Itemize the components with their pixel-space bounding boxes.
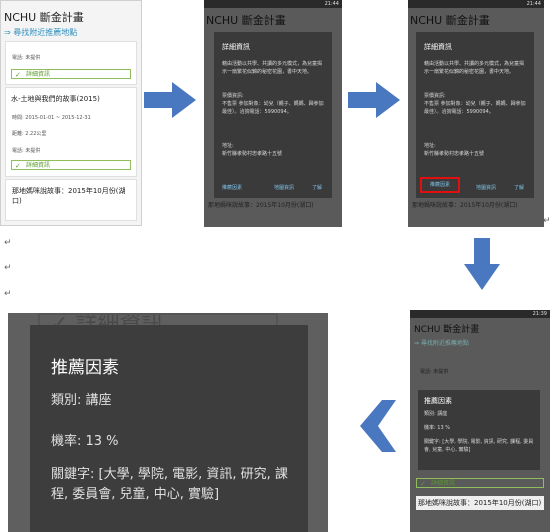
reason-probability: 機率: 13 % [51, 434, 119, 449]
list-screenshot: NCHU 斷金計畫 ⇒ 尋找附近推薦地點 電話: 未提供 ✓ 詳細資訊 水-土地… [0, 0, 142, 226]
status-bar: 21:44 [204, 0, 342, 8]
dialog-title: 詳細資訊 [222, 43, 250, 51]
bottom-card-text: 那地媽咪說故事：2015年10月份(湖口) [416, 496, 544, 510]
arrow-right-icon [144, 82, 196, 118]
reason-dialog: 推薦因素 類別: 講座 機率: 13 % 關鍵字: [大學, 學院, 電影, 資… [418, 390, 540, 470]
app-title: NCHU 斷金計畫 [410, 14, 490, 27]
detail-label: 詳細資訊 [26, 71, 51, 78]
reason-dialog-zoomed: 推薦因素 類別: 講座 機率: 13 % 關鍵字: [大學, 學院, 電影, 資… [30, 325, 308, 532]
list-item[interactable]: 水-土地與我們的故事(2015) 時間: 2015-01-01 ~ 2015-1… [5, 87, 137, 177]
ok-button[interactable]: 了解 [312, 184, 322, 191]
reason-button-highlighted[interactable]: 推薦因素 [420, 177, 460, 193]
check-icon: ✓ [15, 71, 21, 79]
dialog-ticket: 票價資訊: 不售票 參加對象：幼兒（親子、媽媽、歸參加最佳）。洽詢電話：5990… [424, 93, 526, 115]
address-label: 地址: [222, 143, 234, 149]
chevron-left-icon [360, 400, 396, 452]
detail-button[interactable]: ✓ 詳細資訊 [11, 69, 131, 79]
phone-text: 電話: 未提供 [12, 55, 41, 61]
detail-label: 詳細資訊 [431, 480, 456, 487]
dialog-title: 詳細資訊 [424, 43, 452, 51]
reason-title: 推薦因素 [51, 358, 119, 378]
list-item[interactable]: 那地媽咪說故事：2015年10月份(湖口) [5, 179, 137, 221]
dialog-address: 新竹縣孝勢村忠孝路十五號 [424, 151, 485, 157]
status-bar: 21:39 [410, 310, 550, 318]
dialog-address: 新竹縣孝勢村忠孝路十五號 [222, 151, 283, 157]
reason-probability: 機率: 13 % [424, 425, 450, 431]
item-distance: 距離: 2.22公里 [12, 131, 47, 137]
detail-label: 詳細資訊 [26, 162, 51, 169]
detail-screenshot: 21:44 NCHU 斷金計畫 詳細資訊 藉由活動以共學、共讀的多元模式，為兒童… [204, 0, 342, 227]
bottom-card-text: 那地媽咪說故事：2015年10月份(湖口) [208, 202, 314, 209]
reason-title: 推薦因素 [424, 397, 452, 405]
item-time: 時間: 2015-01-01 ~ 2015-12-31 [12, 115, 91, 121]
return-mark-icon: ↵ [4, 238, 12, 248]
nearby-link[interactable]: ⇒ 尋找附近推薦地點 [4, 27, 77, 38]
reason-category: 類別: 講座 [51, 393, 112, 408]
status-bar: 21:44 [408, 0, 544, 8]
detail-dialog: 詳細資訊 藉由活動以共學、共讀的多元模式，為兒童揭示一扇繁花似錦的秘密花園，書中… [416, 32, 534, 198]
check-icon: ✓ [15, 162, 21, 170]
detail-highlight-screenshot: 21:44 NCHU 斷金計畫 詳細資訊 藉由活動以共學、共讀的多元模式，為兒童… [408, 0, 544, 227]
check-icon: ✓ [420, 480, 426, 488]
item-phone: 電話: 未提供 [12, 148, 41, 154]
detail-dialog: 詳細資訊 藉由活動以共學、共讀的多元模式，為兒童揭示一扇繁花似錦的秘密花園，書中… [214, 32, 332, 198]
reason-screenshot: 21:39 NCHU 斷金計畫 ⇒ 尋找附近推薦地點 電話: 未提供 推薦因素 … [410, 310, 550, 532]
return-mark-icon: ↵ [4, 263, 12, 273]
detail-button[interactable]: ✓ 詳細資訊 [416, 478, 544, 488]
reason-keywords: 關鍵字: [大學, 學院, 電影, 資訊, 研究, 課程, 委員會, 兒童, 中… [51, 467, 288, 502]
detail-button[interactable]: ✓ 詳細資訊 [11, 160, 131, 170]
phone-text: 電話: 未提供 [420, 369, 449, 375]
arrow-down-icon [464, 238, 500, 290]
map-button[interactable]: 地圖資訊 [274, 184, 294, 191]
app-title: NCHU 斷金計畫 [206, 14, 286, 27]
nearby-link[interactable]: ⇒ 尋找附近推薦地點 [414, 338, 469, 347]
address-label: 地址: [424, 143, 436, 149]
return-mark-icon: ↵ [4, 289, 12, 299]
item-title: 那地媽咪說故事：2015年10月份(湖口) [12, 187, 126, 205]
dialog-desc: 藉由活動以共學、共讀的多元模式，為兒童揭示一扇繁花似錦的秘密花園，書中天地。 [424, 61, 525, 75]
ok-button[interactable]: 了解 [514, 184, 524, 191]
bottom-card-text: 那地媽咪說故事：2015年10月份(湖口) [412, 202, 518, 209]
dialog-desc: 藉由活動以共學、共讀的多元模式，為兒童揭示一扇繁花似錦的秘密花園，書中天地。 [222, 61, 323, 75]
list-item[interactable]: 電話: 未提供 ✓ 詳細資訊 [5, 41, 137, 85]
return-mark-icon: ↵ [543, 216, 551, 226]
app-title: NCHU 斷金計畫 [4, 11, 84, 24]
item-title: 水-土地與我們的故事(2015) [11, 95, 100, 103]
arrow-right-icon [348, 82, 400, 118]
map-button[interactable]: 地圖資訊 [476, 184, 496, 191]
reason-button[interactable]: 推薦因素 [222, 184, 242, 191]
reason-category: 類別: 講座 [424, 411, 448, 417]
app-title: NCHU 斷金計畫 [414, 325, 480, 335]
reason-keywords: 關鍵字: [大學, 學院, 電影, 資訊, 研究, 課程, 委員會, 兒童, 中… [424, 439, 534, 453]
dialog-ticket: 票價資訊: 不售票 參加對象：幼兒（親子、媽媽、歸參加最佳）。洽詢電話：5990… [222, 93, 324, 115]
